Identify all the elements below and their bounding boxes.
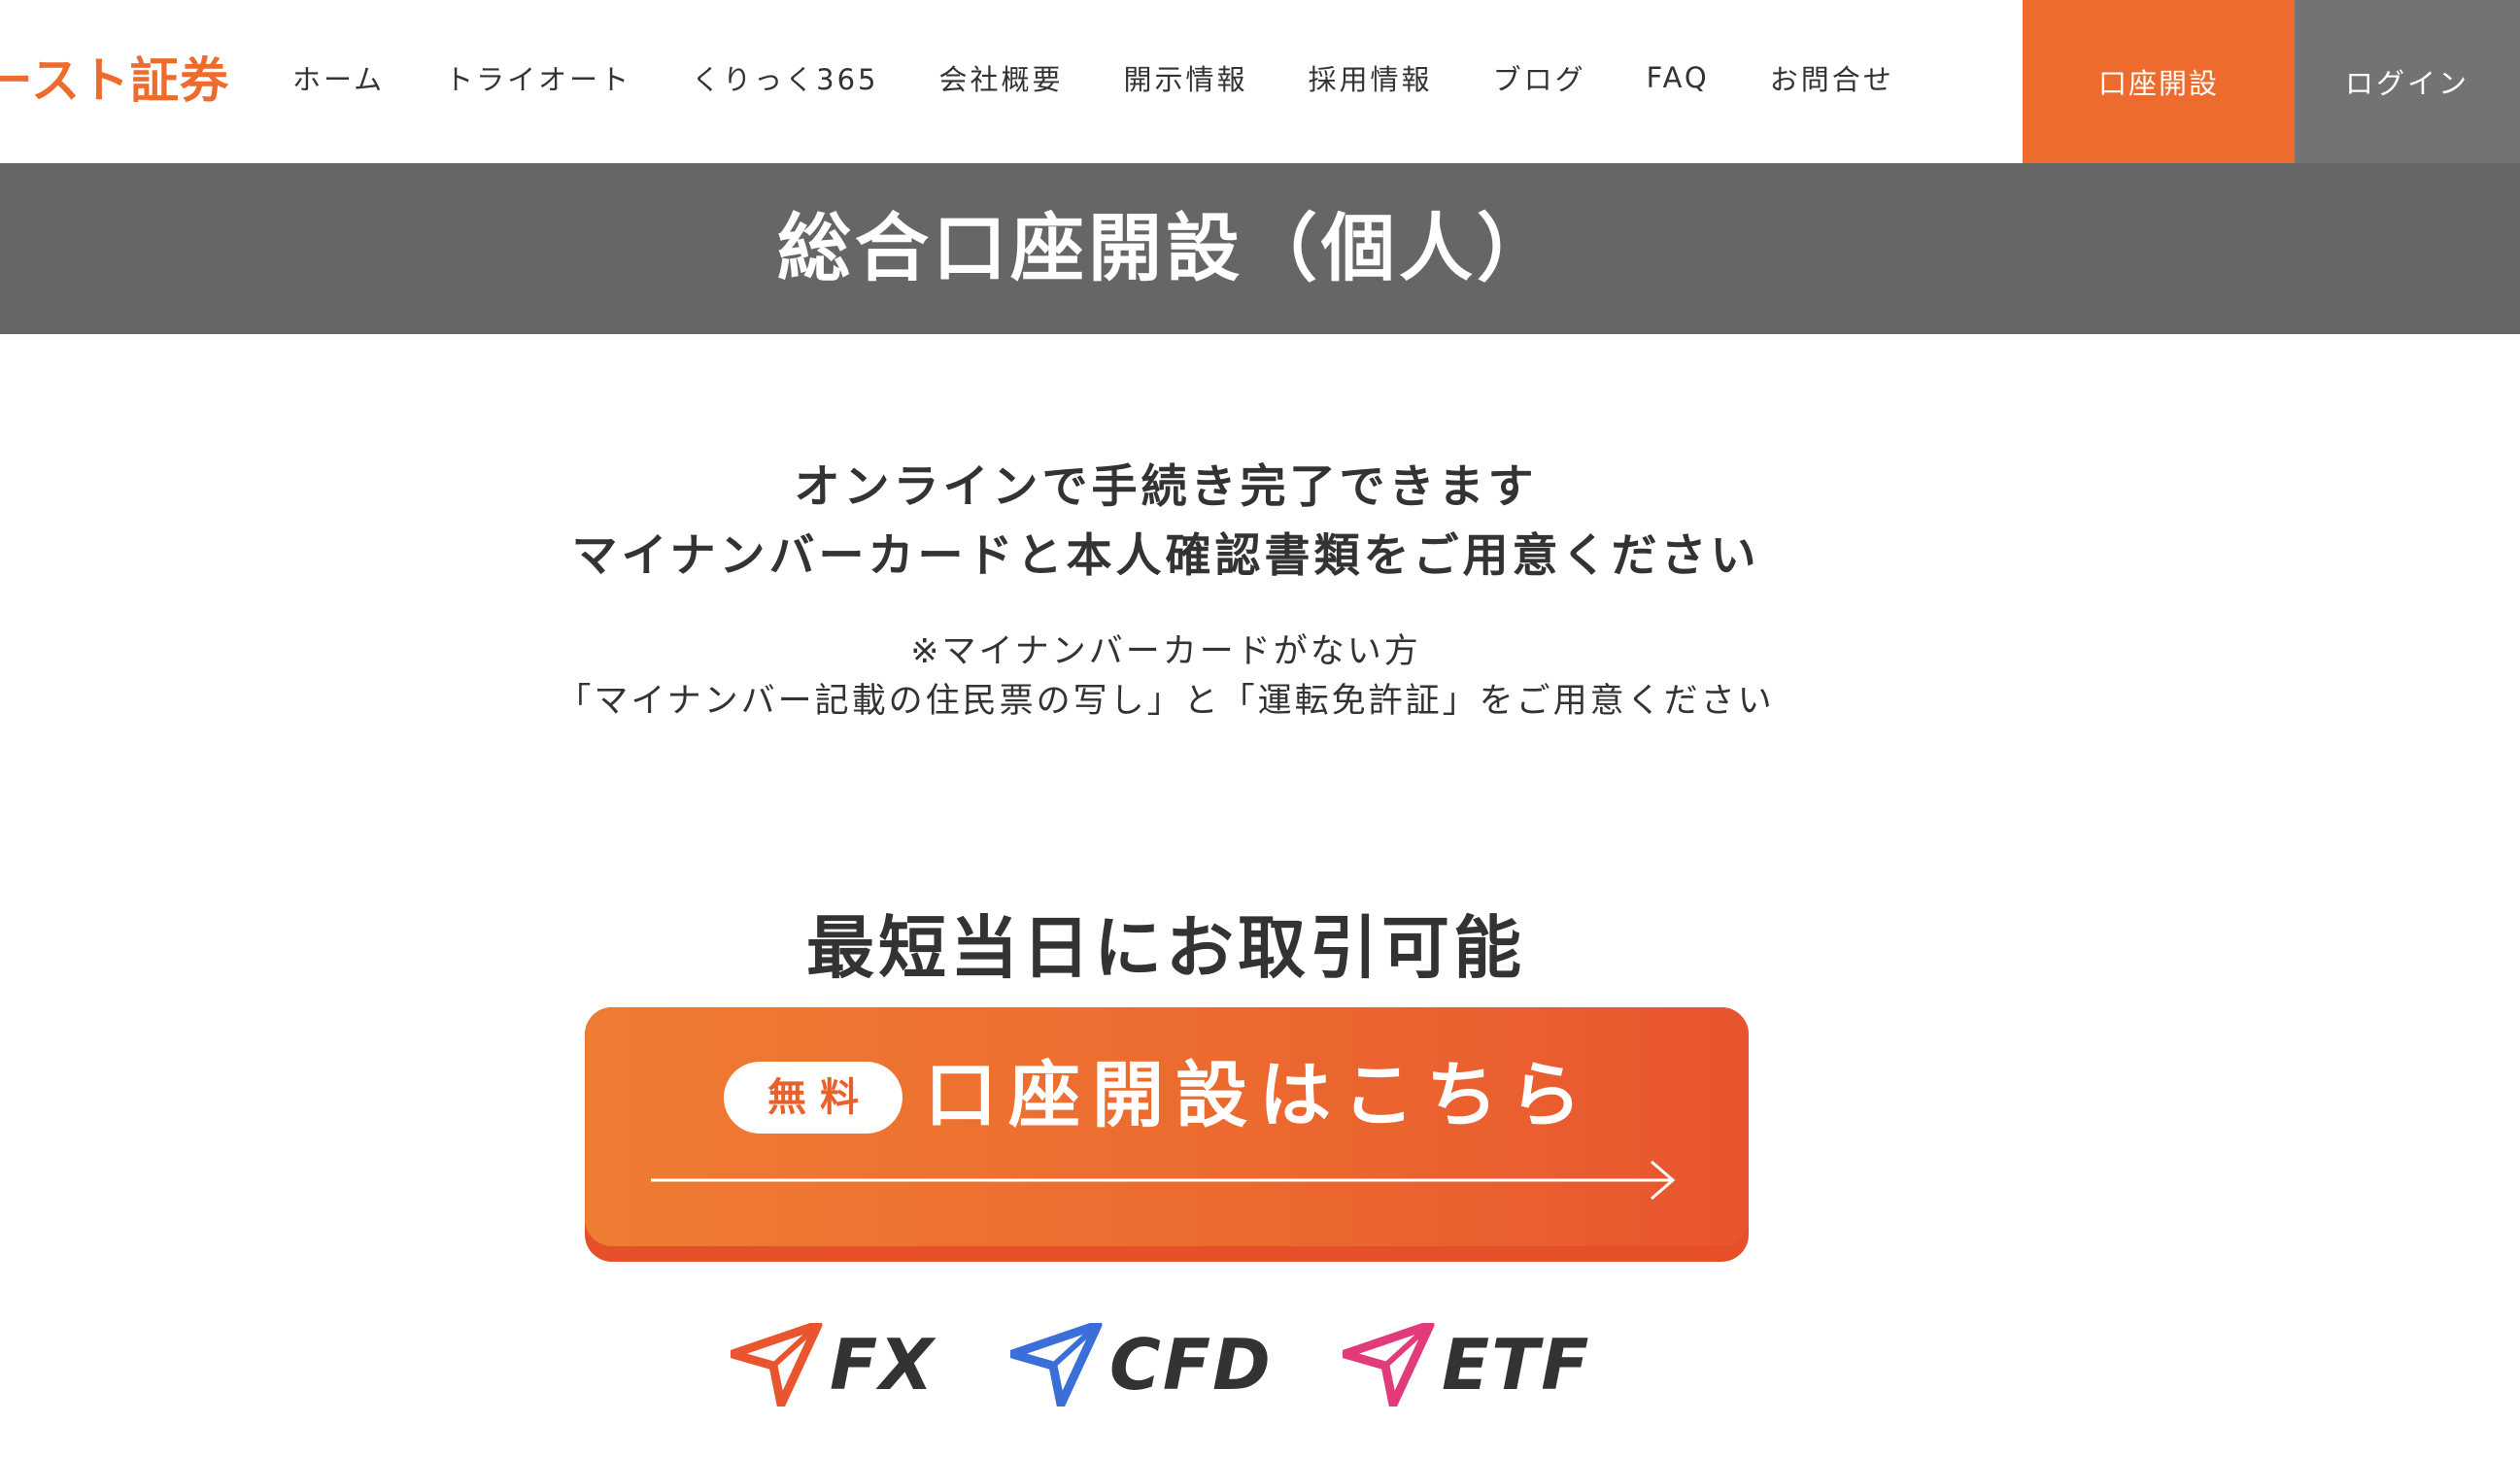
note-line-1: ※マイナンバーカードがない方: [910, 632, 1421, 671]
account-open-cta-button[interactable]: 無料 口座開設はこちら: [585, 1007, 1749, 1262]
nav-item-faq[interactable]: FAQ: [1647, 61, 1710, 94]
lead-line-1: オンラインで手続き完了できます: [794, 460, 1538, 514]
header-account-open-button[interactable]: 口座開設: [2023, 0, 2295, 163]
page-title-band: 総合口座開設（個人）: [0, 163, 2520, 334]
main-nav: ホーム トライオート くりっく365 会社概要 開示情報 採用情報 ブログ FA…: [262, 0, 1924, 155]
site-logo-text: ファースト証券: [0, 52, 229, 109]
nav-item-home[interactable]: ホーム: [292, 57, 385, 98]
product-etf-label: ETF: [1442, 1324, 1591, 1406]
site-header: ファースト証券 ホーム トライオート くりっく365 会社概要 開示情報 採用情…: [0, 0, 2520, 163]
cta-label: 口座開設はこちら: [925, 1054, 1593, 1137]
lead-line-2: マイナンバーカードと本人確認書類をご用意ください: [571, 529, 1760, 583]
cfd-arrow-icon: [1010, 1323, 1103, 1406]
site-logo[interactable]: ファースト証券: [0, 47, 233, 115]
product-cfd-label: CFD: [1109, 1324, 1273, 1406]
nav-item-triauto[interactable]: トライオート: [445, 57, 631, 98]
product-cfd: CFD: [1010, 1321, 1273, 1408]
product-fx: FX: [731, 1321, 936, 1408]
free-badge: 無料: [724, 1062, 902, 1134]
nav-item-disclosure[interactable]: 開示情報: [1124, 57, 1248, 98]
same-day-trading-heading: 最短当日にお取引可能: [806, 908, 1525, 988]
product-etf: ETF: [1343, 1321, 1590, 1408]
nav-item-recruit[interactable]: 採用情報: [1309, 57, 1433, 98]
etf-arrow-icon: [1343, 1323, 1435, 1406]
page-title: 総合口座開設（個人）: [777, 205, 1554, 291]
nav-item-blog[interactable]: ブログ: [1493, 57, 1586, 98]
nav-item-contact[interactable]: お問合せ: [1770, 57, 1894, 98]
note-line-2: 「マイナンバー記載の住民票の写し」と「運転免許証」をご用意ください: [557, 682, 1775, 721]
fx-arrow-icon: [731, 1323, 823, 1406]
header-login-button[interactable]: ログイン: [2295, 0, 2520, 163]
nav-item-click365[interactable]: くりっく365: [692, 57, 878, 98]
product-fx-label: FX: [830, 1324, 936, 1406]
cta-face: 無料 口座開設はこちら: [585, 1007, 1749, 1246]
nav-item-company[interactable]: 会社概要: [939, 57, 1064, 98]
arrow-right-icon: [651, 1161, 1676, 1200]
